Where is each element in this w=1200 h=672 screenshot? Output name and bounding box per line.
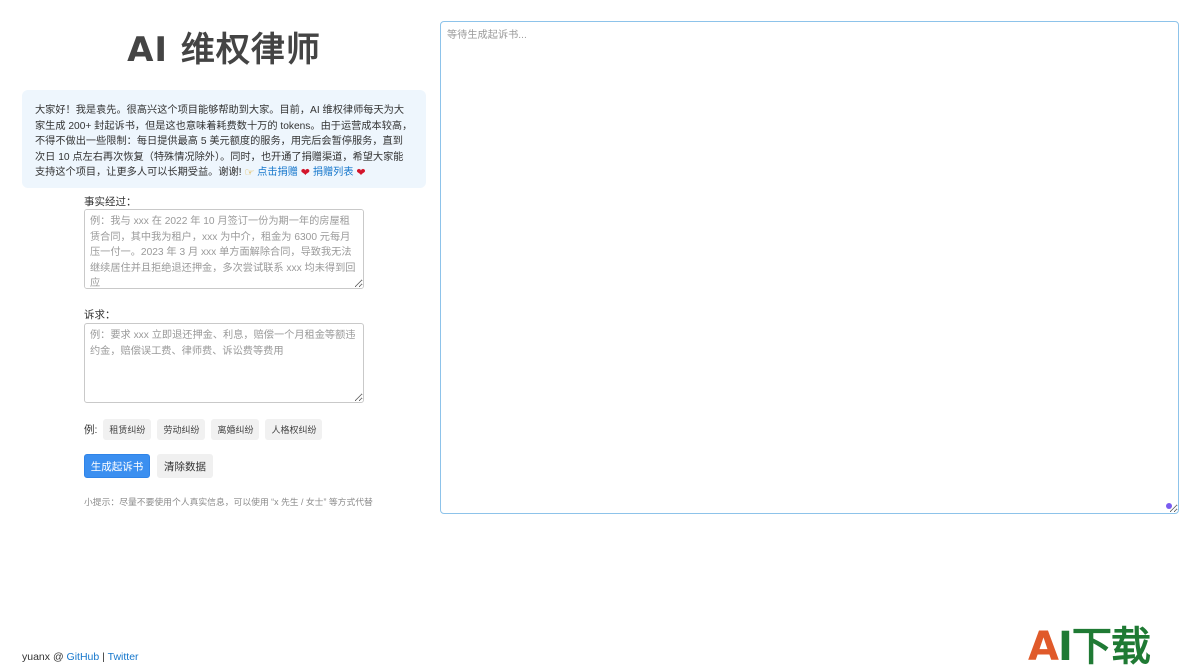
- examples-row: 例: 租赁纠纷 劳动纠纷 离婚纠纷 人格权纠纷: [84, 419, 328, 440]
- claims-input[interactable]: [84, 323, 364, 403]
- donate-link[interactable]: 点击捐赠: [257, 167, 298, 178]
- facts-label: 事实经过：: [84, 196, 137, 208]
- watermark-rest: I下载: [1058, 624, 1151, 668]
- github-link[interactable]: GitHub: [67, 651, 100, 663]
- facts-input[interactable]: [84, 209, 364, 289]
- footer-separator: |: [102, 651, 105, 663]
- clear-button[interactable]: 清除数据: [157, 454, 213, 478]
- heart-icon: ❤: [300, 167, 310, 180]
- watermark-logo: AI下载: [1028, 624, 1152, 668]
- example-chip-personality-rights[interactable]: 人格权纠纷: [265, 419, 323, 440]
- complaint-output[interactable]: [440, 21, 1179, 514]
- example-chip-rental[interactable]: 租赁纠纷: [103, 419, 152, 440]
- tip-text: 小提示：尽量不要使用个人真实信息，可以使用 “x 先生 / 女士” 等方式代替: [84, 497, 373, 507]
- footer: yuanx @ GitHub | Twitter: [22, 651, 139, 663]
- example-chip-labor[interactable]: 劳动纠纷: [157, 419, 206, 440]
- footer-at: @: [52, 651, 64, 663]
- footer-author: yuanx: [22, 651, 51, 663]
- heart-icon: ❤: [356, 167, 366, 180]
- examples-label: 例:: [84, 424, 98, 436]
- donors-list-link[interactable]: 捐赠列表: [313, 167, 354, 178]
- status-dot-icon: [1166, 503, 1172, 509]
- svg-text:AI下载: AI下载: [1028, 624, 1151, 668]
- generate-button[interactable]: 生成起诉书: [84, 454, 150, 478]
- notice-box: 大家好！我是袁先。很高兴这个项目能够帮助到大家。目前，AI 维权律师每天为大家生…: [22, 90, 426, 188]
- example-chip-divorce[interactable]: 离婚纠纷: [211, 419, 260, 440]
- page-title: AI 维权律师: [127, 30, 321, 70]
- watermark-a: A: [1028, 624, 1059, 668]
- pointing-hand-icon: ☞: [244, 167, 255, 180]
- claims-label: 诉求：: [84, 309, 116, 321]
- twitter-link[interactable]: Twitter: [108, 651, 139, 663]
